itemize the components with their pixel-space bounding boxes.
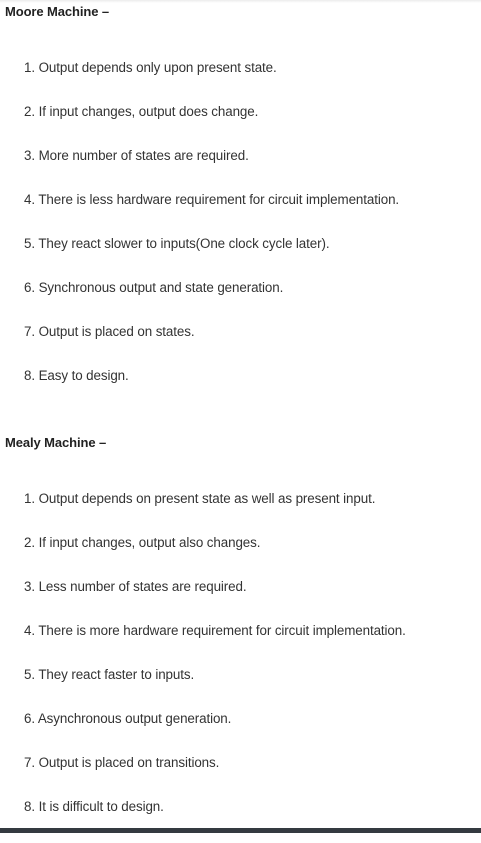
list-item: 8. Easy to design. [24, 368, 129, 383]
list-item: 7. Output is placed on states. [24, 324, 195, 339]
list-item: 7. Output is placed on transitions. [24, 755, 220, 770]
list-item: 2. If input changes, output also changes… [24, 535, 261, 550]
list-item: 5. They react slower to inputs(One clock… [24, 236, 330, 251]
list-item: 5. They react faster to inputs. [24, 667, 195, 682]
list-item: 1. Output depends only upon present stat… [24, 60, 277, 75]
list-item: 8. It is difficult to design. [24, 799, 164, 814]
mealy-machine-heading: Mealy Machine – [5, 435, 107, 450]
list-item: 1. Output depends on present state as we… [24, 491, 376, 506]
list-item: 6. Asynchronous output generation. [24, 711, 232, 726]
mealy-machine-list: 1. Output depends on present state as we… [24, 491, 406, 843]
list-item: 4. There is more hardware requirement fo… [24, 623, 406, 638]
list-item: 2. If input changes, output does change. [24, 104, 259, 119]
list-item: 3. Less number of states are required. [24, 579, 247, 594]
list-item: 6. Synchronous output and state generati… [24, 280, 284, 295]
moore-machine-list: 1. Output depends only upon present stat… [24, 60, 399, 412]
bottom-bar [0, 828, 481, 833]
list-item: 3. More number of states are required. [24, 148, 249, 163]
moore-machine-heading: Moore Machine – [5, 4, 109, 19]
top-divider [0, 0, 481, 3]
list-item: 4. There is less hardware requirement fo… [24, 192, 400, 207]
